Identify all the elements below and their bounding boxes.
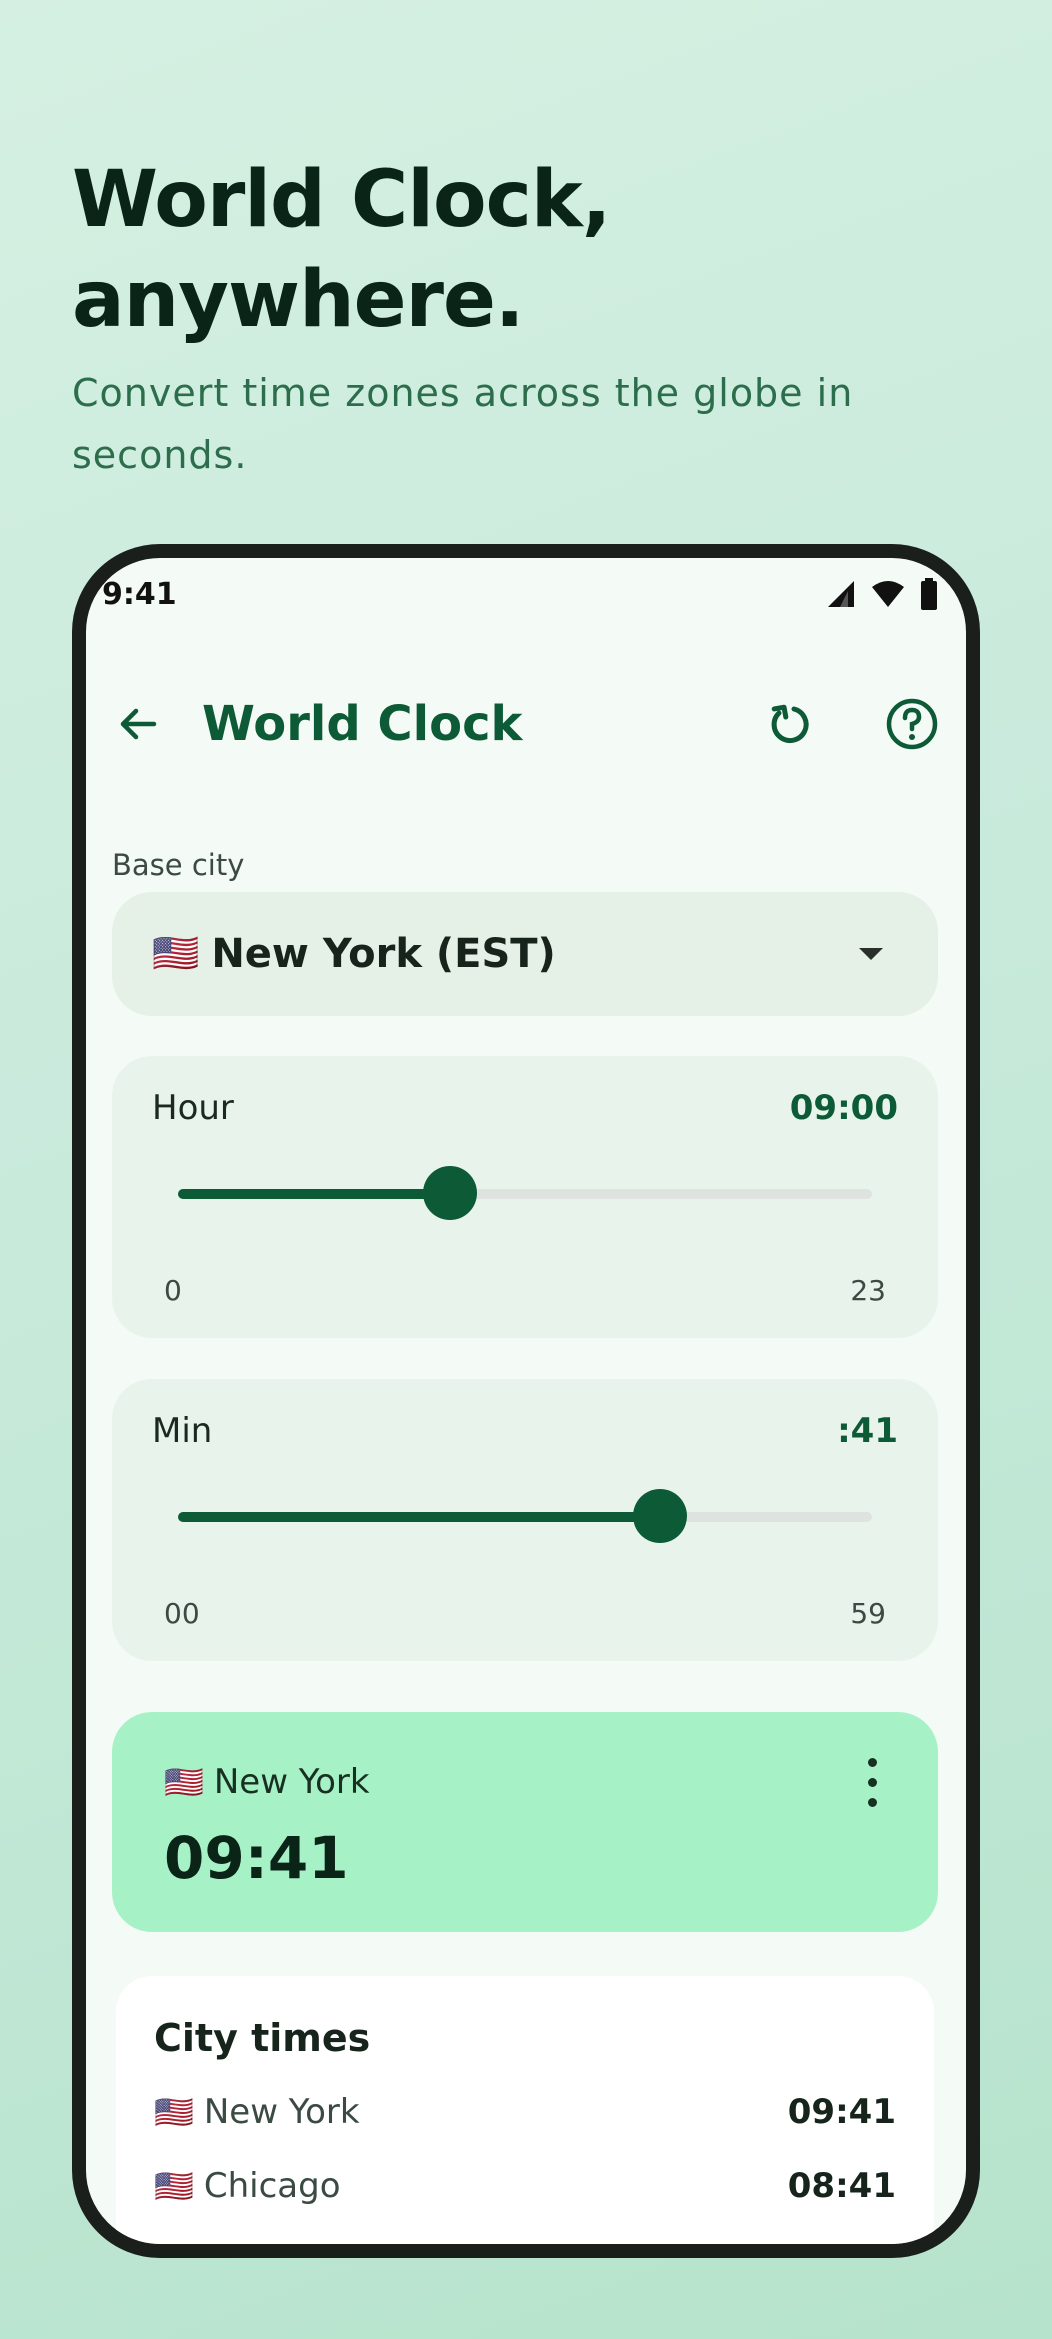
city-row-time: 09:41: [787, 2092, 896, 2132]
refresh-button[interactable]: [742, 676, 838, 772]
city-row-name: 🇺🇸 New York: [154, 2092, 360, 2132]
hero-title-line1: World Clock,: [72, 155, 611, 245]
more-options-button[interactable]: [852, 1752, 892, 1812]
wifi-icon: [872, 581, 904, 607]
back-arrow-icon: [120, 708, 157, 740]
hero-title: World Clock, anywhere.: [72, 150, 972, 350]
us-flag-icon: 🇺🇸: [164, 1763, 204, 1801]
city-row-time: 07:41: [788, 2240, 896, 2244]
minute-min-label: 00: [164, 1597, 200, 1630]
minute-readout: :41: [837, 1411, 898, 1451]
help-button[interactable]: [864, 676, 960, 772]
hour-max-label: 23: [850, 1274, 886, 1307]
app-title: World Clock: [202, 696, 523, 752]
dropdown-arrow-icon: [859, 948, 883, 960]
back-button[interactable]: [90, 676, 186, 772]
hour-label: Hour: [152, 1088, 234, 1128]
city-row-time: 08:41: [787, 2166, 896, 2206]
hour-slider-track[interactable]: [178, 1166, 872, 1220]
highlight-city-name: New York: [213, 1762, 370, 1802]
hero: World Clock, anywhere. Convert time zone…: [72, 150, 972, 486]
city-row-name: 🇺🇸 D: [154, 2240, 230, 2244]
phone-frame: 9:41 World Clock Base city 🇺🇸 New York (…: [72, 544, 980, 2258]
app-bar: World Clock: [86, 676, 966, 772]
more-vert-dot: [867, 1797, 877, 1807]
city-row[interactable]: 🇺🇸 Chicago 08:41: [154, 2156, 896, 2216]
battery-icon: [921, 578, 937, 610]
minute-max-label: 59: [850, 1597, 886, 1630]
city-times-card: City times 🇺🇸 New York 09:41 🇺🇸 Chicago 08…: [116, 1976, 934, 2244]
hour-slider-fill: [178, 1189, 450, 1199]
minute-slider-track[interactable]: [178, 1489, 872, 1543]
minute-label: Min: [152, 1411, 213, 1451]
base-city-time-card[interactable]: 🇺🇸 New York 09:41: [112, 1712, 938, 1932]
hero-title-line2: anywhere.: [72, 255, 524, 345]
base-city-label: Base city: [112, 848, 245, 882]
minute-slider-card: Min :41 00 59: [112, 1379, 938, 1661]
city-row[interactable]: 🇺🇸 D 07:41: [154, 2230, 896, 2244]
status-bar: 9:41: [86, 558, 966, 630]
hour-readout: 09:00: [789, 1088, 898, 1128]
refresh-icon: [771, 704, 809, 743]
status-time: 9:41: [102, 576, 177, 612]
city-name: D: [204, 2240, 230, 2244]
city-name: New York: [203, 2092, 360, 2132]
status-icons: [826, 578, 938, 610]
us-flag-icon: 🇺🇸: [154, 2167, 194, 2205]
base-city-dropdown[interactable]: 🇺🇸 New York (EST): [112, 892, 938, 1016]
hour-slider-card: Hour 09:00 0 23: [112, 1056, 938, 1338]
us-flag-icon: 🇺🇸: [152, 933, 200, 975]
help-icon: [886, 698, 938, 750]
more-vert-dot: [867, 1777, 877, 1787]
hour-min-label: 0: [164, 1274, 182, 1307]
city-times-title: City times: [154, 2016, 371, 2060]
highlight-time: 09:41: [164, 1824, 349, 1892]
city-row[interactable]: 🇺🇸 New York 09:41: [154, 2082, 896, 2142]
minute-slider-fill: [178, 1512, 661, 1522]
base-city-value: New York (EST): [211, 931, 556, 977]
signal-icon: [828, 581, 854, 607]
more-vert-icon: [867, 1757, 877, 1767]
hour-slider-thumb[interactable]: [422, 1166, 477, 1220]
city-row-name: 🇺🇸 Chicago: [154, 2166, 341, 2206]
us-flag-icon: 🇺🇸: [154, 2241, 194, 2244]
us-flag-icon: 🇺🇸: [154, 2093, 194, 2131]
city-name: Chicago: [203, 2166, 341, 2206]
highlight-city: 🇺🇸 New York: [164, 1762, 370, 1802]
minute-slider-thumb[interactable]: [633, 1489, 688, 1543]
hero-subtitle: Convert time zones across the globe in s…: [72, 371, 854, 477]
